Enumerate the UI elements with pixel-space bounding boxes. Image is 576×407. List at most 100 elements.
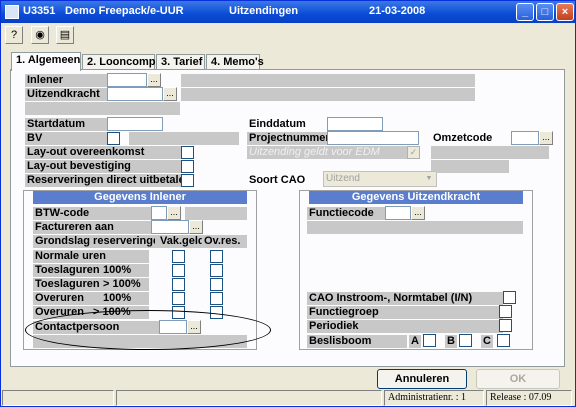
beslisboom-c-field[interactable] [497,334,510,347]
uitzendkracht-name [181,88,475,101]
periodiek-label: Periodiek [307,320,503,333]
functiecode-field[interactable] [385,206,411,220]
binoculars-icon[interactable]: ◉ [31,26,49,44]
normale-ovres-checkbox[interactable] [210,250,223,263]
layout-bevestiging-field[interactable] [181,160,194,173]
tab-tarief[interactable]: 3. Tarief [156,54,205,70]
normale-vakgeld-checkbox[interactable] [172,250,185,263]
bv-label: BV [25,132,107,145]
reserveringen-label: Reserveringen direct uitbetalen [25,174,181,187]
status-pane-1 [2,390,114,406]
soort-cao-value: Uitzend [326,173,360,184]
title-section: Uitzendingen [229,5,299,17]
einddatum-label: Einddatum [249,118,306,130]
tab-algemeen[interactable]: 1. Algemeen [11,52,81,71]
annuleren-button[interactable]: Annuleren [377,369,467,389]
functiecode-lookup-button[interactable]: ... [411,206,425,220]
reserveringen-field[interactable] [181,174,194,187]
omzetcode-name [431,146,549,159]
periodiek-field[interactable] [499,319,512,332]
tab-memos[interactable]: 4. Memo's [206,54,264,70]
layout-overeenkomst-field[interactable] [181,146,194,159]
soort-cao-label: Soort CAO [249,174,306,186]
inlener-name [181,74,475,87]
overuren1-ovres-checkbox[interactable] [210,292,223,305]
toeslag2-pct: > 100% [103,278,141,290]
minimize-button[interactable]: _ [516,3,534,21]
layout-bevestiging-label: Lay-out bevestiging [25,160,181,173]
maximize-button[interactable]: □ [536,3,554,21]
layout-overeenkomst-label: Lay-out overeenkomst [25,146,181,159]
status-pane-2 [116,390,382,406]
uitzendkracht-lookup-button[interactable]: ... [163,87,177,101]
omzetcode-lookup-button[interactable]: ... [539,131,553,145]
chevron-down-icon: ▼ [425,175,433,182]
ok-button[interactable]: OK [476,369,560,389]
inlener-field[interactable] [107,73,147,87]
app-icon [5,5,19,19]
document-icon[interactable]: ▤ [56,26,74,44]
einddatum-field[interactable] [327,117,383,131]
factureren-lookup-button[interactable]: ... [189,220,203,234]
toeslag1-ovres-checkbox[interactable] [210,264,223,277]
uitzendkracht-extra [25,102,180,115]
toeslag1-vakgeld-checkbox[interactable] [172,264,185,277]
normale-uren-label: Normale uren [33,250,149,263]
status-release: Release : 07.09 [486,390,572,406]
beslisboom-c-label: C [481,335,493,348]
beslisboom-a-field[interactable] [423,334,436,347]
btw-lookup-button[interactable]: ... [167,206,181,220]
uitzendkracht-field[interactable] [107,87,163,101]
toeslag2-row: Toeslaguren > 100% [33,278,149,291]
btw-name [185,207,247,220]
close-button[interactable]: × [556,3,574,21]
cao-label: CAO Instroom-, Normtabel (I/N) [307,292,503,305]
edm-checkbox: ✓ [407,146,420,159]
functiegroep-field[interactable] [499,305,512,318]
inlener-lookup-button[interactable]: ... [147,73,161,87]
status-admin: Administratienr. : 1 [384,390,484,406]
functiegroep-label: Functiegroep [307,306,503,319]
functiecode-name [307,221,523,234]
projectnummer-field[interactable] [327,131,419,145]
edm-label: Uitzending geldt voor EDM [247,146,407,159]
inlener-label: Inlener [25,74,107,87]
grondslag-label: Grondslag reserveringen [35,235,155,247]
uitzendkracht-group-title: Gegevens Uitzendkracht [309,191,523,204]
startdatum-label: Startdatum [25,118,107,131]
projectnummer-label: Projectnummer [247,132,327,145]
toeslag2-ovres-checkbox[interactable] [210,278,223,291]
toeslag1-label: Toeslaguren [35,264,100,276]
bv-field[interactable] [107,132,120,145]
tab-looncomp[interactable]: 2. Looncomp. [82,54,159,70]
bv-name [129,132,239,145]
title-date: 21-03-2008 [369,5,426,17]
toeslag1-pct: 100% [103,264,132,276]
status-bar: Administratienr. : 1 Release : 07.09 [2,390,574,406]
btw-field[interactable] [151,206,167,220]
beslisboom-b-field[interactable] [459,334,472,347]
factureren-field[interactable] [151,220,189,234]
beslisboom-a-label: A [409,335,421,348]
beslisboom-b-label: B [445,335,457,348]
overuren1-vakgeld-checkbox[interactable] [172,292,185,305]
application-window: U3351 Demo Freepack/e-UUR Uitzendingen 2… [0,0,576,407]
omzetcode-field[interactable] [511,131,539,145]
btw-label: BTW-code [33,207,151,220]
cao-field[interactable] [503,291,516,304]
help-icon[interactable]: ? [5,26,23,44]
toeslag2-label: Toeslaguren [35,278,100,290]
toeslag1-row: Toeslaguren 100% [33,264,149,277]
omzetcode-extra [431,160,509,173]
toeslag2-vakgeld-checkbox[interactable] [172,278,185,291]
title-code: U3351 [23,5,56,17]
highlight-ellipse [25,310,271,350]
functiecode-label: Functiecode [307,207,385,220]
title-bar: U3351 Demo Freepack/e-UUR Uitzendingen 2… [1,1,575,23]
soort-cao-select[interactable]: Uitzend ▼ [323,171,437,187]
overuren1-pct: 100% [103,292,132,304]
startdatum-field[interactable] [107,117,163,131]
vakgeld-header: Vak.geld [160,235,202,247]
inlener-group-title: Gegevens Inlener [33,191,247,204]
ovres-header: Ov.res. [204,235,241,247]
